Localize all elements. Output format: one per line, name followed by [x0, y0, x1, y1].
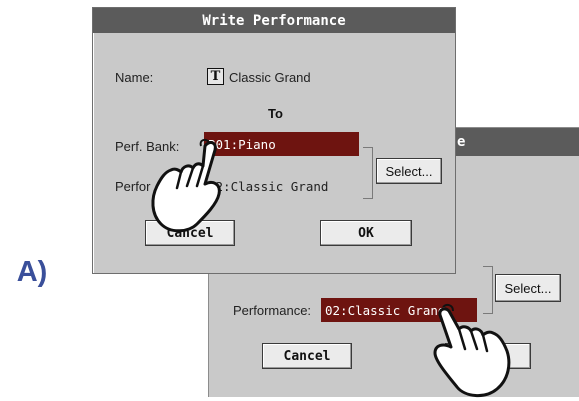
dialog-title-fragment: e: [457, 134, 466, 150]
dialog-title: Write Performance: [202, 12, 346, 29]
select-button[interactable]: Select...: [495, 274, 561, 302]
performance-label: Perfor: [115, 179, 151, 194]
to-label: To: [268, 106, 283, 121]
write-performance-dialog: Write Performance Name: T Classic Grand …: [92, 7, 456, 274]
name-value: Classic Grand: [229, 70, 311, 85]
t-text-icon[interactable]: T: [207, 68, 224, 85]
select-button[interactable]: Select...: [376, 158, 442, 184]
select-bracket: [363, 147, 373, 199]
name-label: Name:: [115, 70, 154, 85]
performance-label: Performance:: [233, 303, 312, 318]
step-label: A): [16, 255, 48, 288]
ok-button[interactable]: OK: [320, 220, 412, 246]
hand-pointer-icon: [433, 303, 511, 397]
dialog-titlebar: Write Performance: [93, 8, 455, 33]
hand-pointer-icon: [151, 138, 221, 233]
cancel-button[interactable]: Cancel: [262, 343, 352, 369]
